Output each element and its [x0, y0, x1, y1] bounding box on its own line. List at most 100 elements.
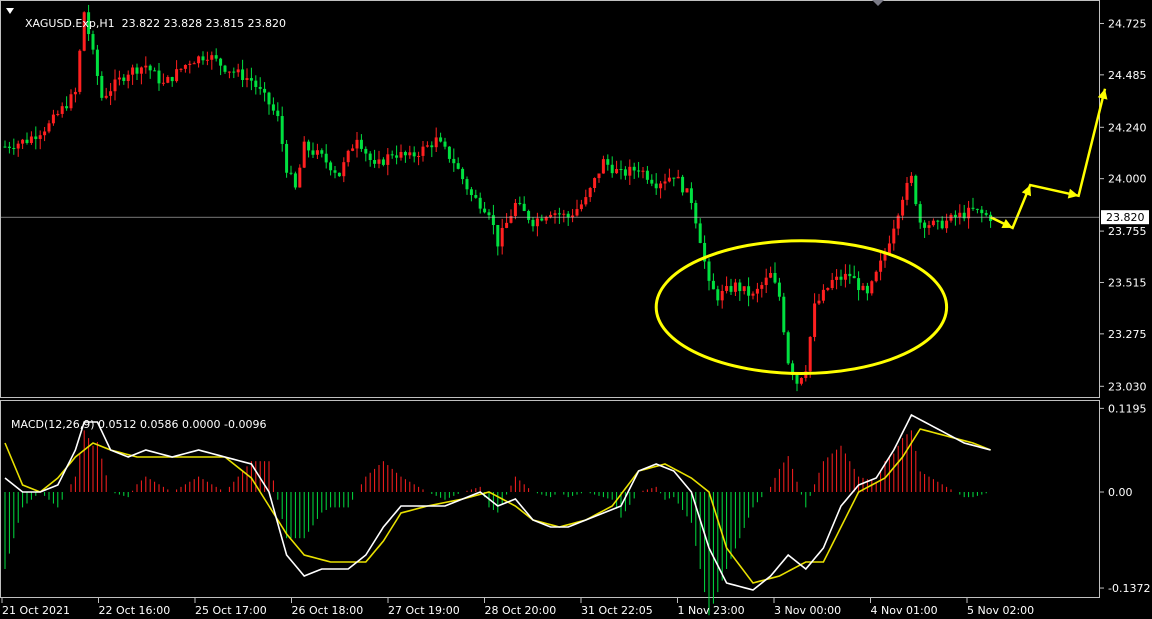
candle-body — [465, 179, 469, 190]
candle-body — [518, 202, 522, 204]
candle-body — [263, 88, 267, 93]
candle-body — [852, 276, 856, 279]
candle-body — [223, 65, 227, 72]
candle-body — [254, 80, 258, 87]
candle-body — [355, 139, 359, 149]
candle-body — [157, 70, 161, 84]
candle-body — [478, 197, 482, 209]
candle-body — [865, 285, 869, 294]
candle-body — [439, 137, 443, 142]
candle-body — [170, 77, 174, 82]
candle-body — [188, 63, 192, 65]
candle-body — [443, 141, 447, 147]
candle-body — [311, 150, 315, 155]
candle-body — [408, 152, 412, 156]
candle-body — [914, 175, 918, 205]
time-tick-label: 31 Oct 22:05 — [581, 604, 653, 617]
macd-header: MACD(12,26,9) 0.0512 0.0586 0.0000 -0.00… — [4, 405, 266, 431]
time-tick-label: 5 Nov 02:00 — [967, 604, 1034, 617]
macd-tick-label: -0.1372 — [1108, 582, 1150, 595]
candle-body — [879, 260, 883, 272]
candle-body — [610, 164, 614, 174]
candle-body — [707, 261, 711, 281]
candle-body — [359, 139, 363, 149]
candle-body — [685, 188, 689, 193]
candle-body — [923, 222, 927, 228]
candle-body — [293, 173, 297, 188]
candle-body — [786, 332, 790, 364]
candle-body — [967, 207, 971, 219]
candle-body — [980, 209, 984, 214]
candle-body — [782, 296, 786, 333]
candle-body — [689, 188, 693, 203]
time-tick-label: 4 Nov 01:00 — [871, 604, 938, 617]
candle-body — [654, 183, 658, 189]
candle-body — [280, 116, 284, 144]
candle-body — [368, 153, 372, 161]
time-tick-label: 27 Oct 19:00 — [388, 604, 460, 617]
candle-body — [38, 135, 42, 139]
price-tick-label: 23.755 — [1108, 225, 1147, 238]
candle-body — [109, 91, 113, 96]
candle-body — [139, 67, 143, 74]
candle-body — [29, 136, 33, 143]
candle-body — [474, 195, 478, 198]
chart-canvas[interactable]: 24.725 24.485 24.240 24.000 23.755 23.515 23.2… — [0, 0, 1152, 619]
candle-body — [175, 69, 179, 82]
candle-body — [562, 213, 566, 215]
candle-body — [227, 71, 231, 73]
candle-body — [219, 58, 223, 66]
candle-body — [813, 303, 817, 337]
price-tick-label: 23.515 — [1108, 276, 1147, 289]
candle-body — [60, 106, 64, 114]
candle-body — [346, 150, 350, 163]
candle-body — [421, 146, 425, 156]
candle-body — [760, 285, 764, 289]
candle-body — [51, 114, 55, 124]
candle-body — [953, 214, 957, 218]
candle-body — [78, 50, 82, 92]
candle-body — [126, 74, 130, 82]
candle-body — [377, 159, 381, 164]
candle-body — [777, 282, 781, 297]
price-tick-label: 23.030 — [1108, 380, 1147, 393]
candle-body — [315, 150, 319, 155]
candle-body — [663, 181, 667, 184]
candle-body — [945, 220, 949, 229]
candle-body — [364, 148, 368, 154]
candle-body — [25, 139, 29, 143]
candle-body — [289, 172, 293, 174]
candle-body — [487, 212, 491, 216]
collapse-icon[interactable] — [6, 8, 14, 14]
symbol-label: XAGUSD.Exp,H1 — [25, 17, 115, 30]
candle-body — [179, 68, 183, 70]
candle-body — [984, 213, 988, 215]
candle-body — [659, 183, 663, 189]
candle-body — [166, 77, 170, 83]
candle-body — [848, 273, 852, 277]
candle-body — [623, 169, 627, 176]
candle-body — [258, 86, 262, 89]
candle-body — [91, 34, 95, 50]
candle-body — [927, 225, 931, 228]
candle-body — [430, 145, 434, 148]
candle-body — [461, 168, 465, 180]
candle-body — [751, 293, 755, 296]
candle-body — [505, 222, 509, 228]
candle-body — [584, 197, 588, 205]
candle-body — [395, 155, 399, 158]
candle-body — [245, 78, 249, 80]
candle-body — [434, 137, 438, 148]
candle-body — [100, 75, 104, 98]
candle-body — [720, 290, 724, 301]
candle-body — [971, 207, 975, 209]
candle-body — [373, 160, 377, 164]
candle-body — [975, 208, 979, 210]
candle-body — [456, 163, 460, 169]
candle-body — [329, 162, 333, 171]
candle-body — [540, 218, 544, 221]
time-tick-label: 22 Oct 16:00 — [99, 604, 171, 617]
candle-body — [601, 159, 605, 174]
candle-body — [161, 82, 165, 84]
candle-body — [641, 170, 645, 172]
